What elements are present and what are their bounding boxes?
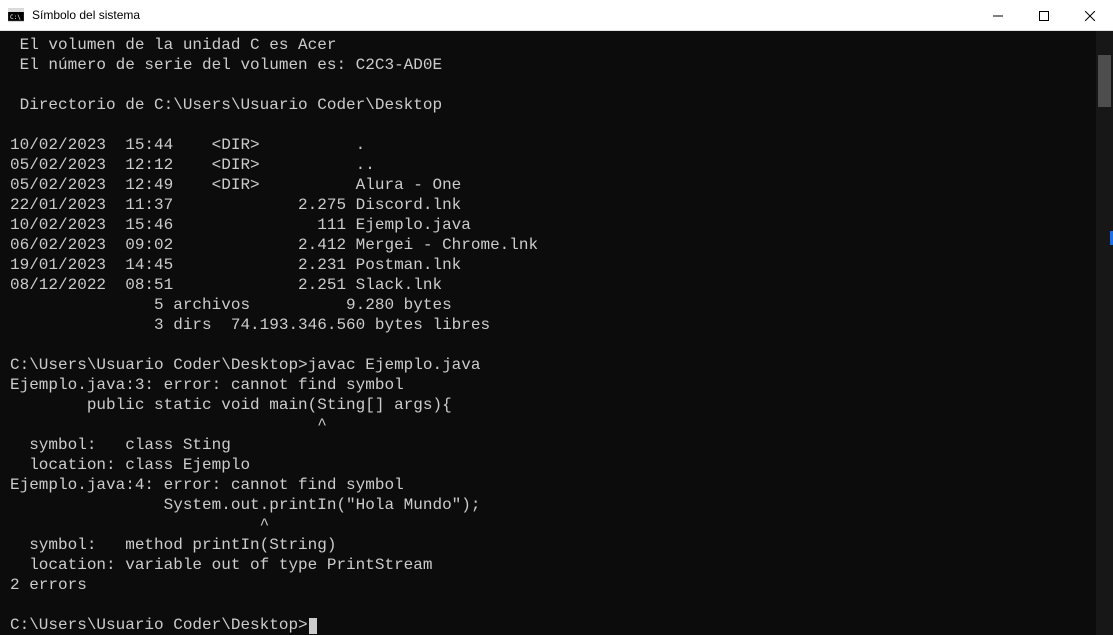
terminal-line: 5 archivos 9.280 bytes: [10, 296, 452, 314]
scrollbar-track[interactable]: [1096, 31, 1113, 635]
terminal-line: 22/01/2023 11:37 2.275 Discord.lnk: [10, 196, 461, 214]
terminal-line: 10/02/2023 15:44 <DIR> .: [10, 136, 365, 154]
svg-text:C:\: C:\: [10, 14, 21, 21]
terminal-line: location: variable out of type PrintStre…: [10, 556, 432, 574]
terminal-output: El volumen de la unidad C es Acer El núm…: [0, 31, 1113, 635]
terminal-line: public static void main(Sting[] args){: [10, 396, 452, 414]
terminal-line: 2 errors: [10, 576, 87, 594]
terminal-cursor: [309, 618, 317, 634]
terminal-line: ^: [10, 516, 269, 534]
terminal-line: System.out.printIn("Hola Mundo");: [10, 496, 480, 514]
maximize-button[interactable]: [1021, 0, 1067, 31]
terminal-line: C:\Users\Usuario Coder\Desktop>: [10, 616, 308, 634]
terminal-line: ^: [10, 416, 327, 434]
terminal-line: 19/01/2023 14:45 2.231 Postman.lnk: [10, 256, 461, 274]
terminal-line: 05/02/2023 12:49 <DIR> Alura - One: [10, 176, 461, 194]
terminal-line: 05/02/2023 12:12 <DIR> ..: [10, 156, 375, 174]
terminal-line: symbol: method printIn(String): [10, 536, 336, 554]
terminal-line: El volumen de la unidad C es Acer: [10, 36, 336, 54]
terminal-line: El número de serie del volumen es: C2C3-…: [10, 56, 442, 74]
terminal-line: 3 dirs 74.193.346.560 bytes libres: [10, 316, 490, 334]
terminal-line: 08/12/2022 08:51 2.251 Slack.lnk: [10, 276, 442, 294]
window-controls: [975, 0, 1113, 30]
close-button[interactable]: [1067, 0, 1113, 31]
minimize-button[interactable]: [975, 0, 1021, 31]
cmd-icon: C:\: [8, 7, 24, 23]
terminal-line: Directorio de C:\Users\Usuario Coder\Des…: [10, 96, 442, 114]
terminal-line: symbol: class Sting: [10, 436, 231, 454]
terminal-line: Ejemplo.java:4: error: cannot find symbo…: [10, 476, 404, 494]
terminal-line: location: class Ejemplo: [10, 456, 250, 474]
terminal-area[interactable]: El volumen de la unidad C es Acer El núm…: [0, 31, 1113, 635]
terminal-line: 10/02/2023 15:46 111 Ejemplo.java: [10, 216, 471, 234]
window-titlebar: C:\ Símbolo del sistema: [0, 0, 1113, 31]
terminal-line: 06/02/2023 09:02 2.412 Mergei - Chrome.l…: [10, 236, 538, 254]
terminal-line: C:\Users\Usuario Coder\Desktop>javac Eje…: [10, 356, 480, 374]
terminal-line: Ejemplo.java:3: error: cannot find symbo…: [10, 376, 404, 394]
window-title: Símbolo del sistema: [32, 8, 975, 22]
scrollbar-thumb[interactable]: [1098, 55, 1111, 107]
